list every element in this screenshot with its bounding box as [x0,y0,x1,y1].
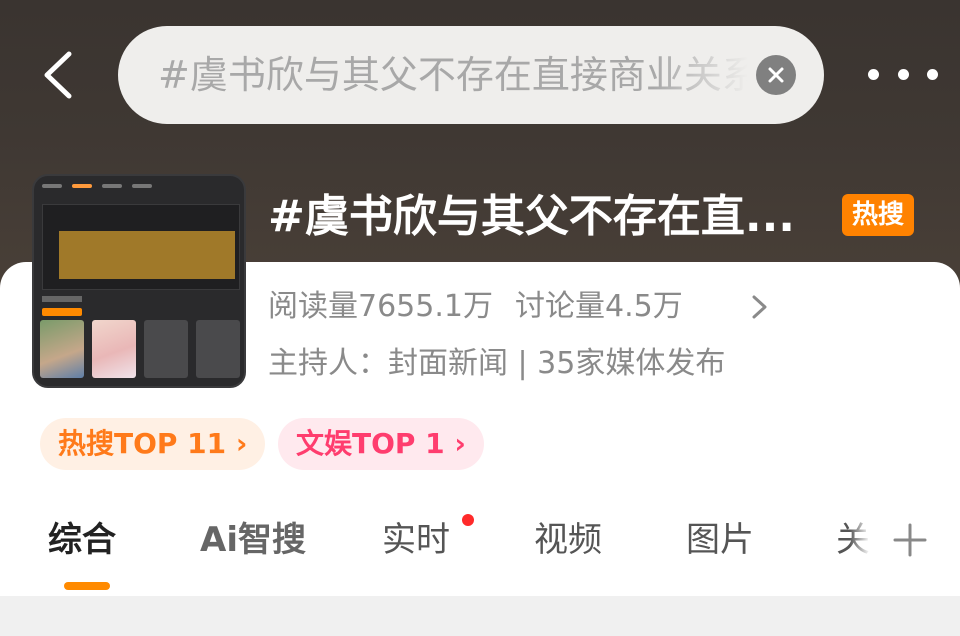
cover-tab [72,184,92,188]
clear-button[interactable] [756,55,796,95]
search-input[interactable]: #虞书欣与其父不存在直接商业关系# [158,26,748,124]
chevron-right-icon[interactable] [748,292,772,322]
more-icon-dot [897,68,909,80]
topic-cover-image[interactable] [32,174,246,388]
cover-photo-placeholder [144,320,188,378]
discussion-count: 讨论量4.5万 [514,289,683,324]
search-bar[interactable]: #虞书欣与其父不存在直接商业关系# [118,26,824,124]
cover-tab [42,184,62,188]
entertainment-rank-tag[interactable]: 文娱TOP 1 › [278,418,484,470]
cover-photo [92,320,136,378]
cover-photo [40,320,84,378]
tab-realtime[interactable]: 实时 [382,508,450,572]
tab-ai-search[interactable]: Ai智搜 [200,508,306,572]
topic-title: #虞书欣与其父不存在直... [268,191,796,242]
read-count: 阅读量7655.1万 [268,289,493,324]
back-button[interactable] [38,50,78,100]
new-content-dot [462,514,474,526]
tab-bar: 综合 Ai智搜 实时 视频 图片 [0,508,960,590]
cover-tab-row [42,184,152,188]
tab-follow[interactable]: 关 [836,508,870,572]
more-icon [868,68,879,80]
back-arrow-icon [44,51,72,99]
tab-video[interactable]: 视频 [534,508,602,572]
cover-chart-area [59,231,235,279]
cover-section-label [42,296,82,302]
cover-chip [42,308,82,316]
plus-icon[interactable] [892,522,928,558]
cover-chart [42,204,240,290]
tab-images[interactable]: 图片 [686,508,754,572]
cover-tab [102,184,122,188]
topic-stats[interactable]: 阅读量7655.1万 讨论量4.5万 [268,282,683,332]
hot-badge: 热搜 [842,194,914,236]
topic-host: 主持人：封面新闻 | 35家媒体发布 [268,346,726,381]
hot-search-rank-tag[interactable]: 热搜TOP 11 › [40,418,266,470]
tab-comprehensive[interactable]: 综合 [48,508,116,572]
cover-photo-placeholder [196,320,240,378]
active-tab-indicator [64,582,110,590]
content-area [0,596,960,636]
clear-icon [768,67,784,83]
cover-tab [132,184,152,188]
more-icon-dot [927,68,938,80]
more-button[interactable] [868,60,938,88]
